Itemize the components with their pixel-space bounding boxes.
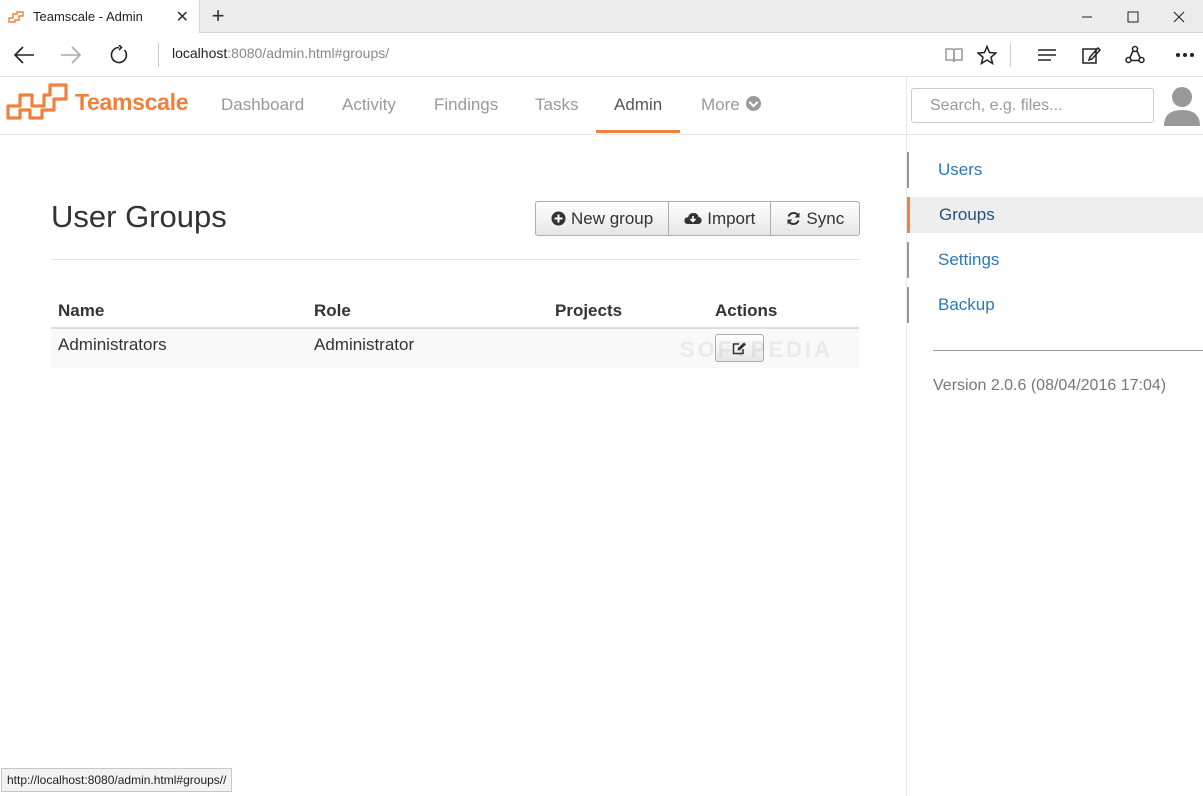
nav-tasks[interactable]: Tasks	[517, 77, 596, 133]
tab-close-icon[interactable]: ✕	[176, 7, 189, 27]
column-header-role[interactable]: Role	[307, 295, 548, 329]
sidebar-item-backup[interactable]: Backup	[907, 287, 1203, 323]
sidebar-item-groups[interactable]: Groups	[907, 197, 1203, 233]
tab-title: Teamscale - Admin	[33, 9, 143, 24]
address-bar: localhost:8080/admin.html#groups/	[0, 33, 1203, 77]
nav-more-label: More	[701, 95, 740, 114]
column-header-actions: Actions	[708, 295, 859, 329]
more-dots-icon[interactable]	[1172, 42, 1198, 68]
maximize-icon[interactable]	[1110, 0, 1156, 33]
url-host: localhost	[172, 45, 228, 61]
app-header: Teamscale Dashboard Activity Findings Ta…	[0, 77, 1203, 135]
back-arrow-icon[interactable]	[9, 41, 39, 69]
title-divider	[51, 259, 859, 260]
new-tab-icon[interactable]: +	[205, 3, 231, 29]
cloud-download-icon	[684, 213, 702, 224]
browser-titlebar: Teamscale - Admin ✕ +	[0, 0, 1203, 33]
nav-admin[interactable]: Admin	[596, 77, 681, 133]
url-path: :8080/admin.html#groups/	[227, 45, 390, 61]
sidebar-item-users[interactable]: Users	[907, 152, 1203, 188]
header-divider	[906, 77, 907, 135]
sidebar-divider	[933, 350, 1203, 351]
plus-circle-icon	[551, 211, 566, 226]
main-content: User Groups New group Import Sync Name R…	[0, 135, 906, 796]
link-status-tooltip: http://localhost:8080/admin.html#groups/…	[1, 768, 233, 792]
table-header-row: Name Role Projects Actions	[51, 295, 859, 329]
import-label: Import	[707, 208, 756, 228]
chevron-down-icon	[746, 96, 762, 111]
column-header-projects[interactable]: Projects	[548, 295, 708, 329]
version-text: Version 2.0.6 (08/04/2016 17:04)	[933, 377, 1167, 394]
new-group-label: New group	[571, 208, 654, 228]
new-group-button[interactable]: New group	[536, 202, 670, 235]
nav-activity[interactable]: Activity	[324, 77, 414, 133]
refresh-icon[interactable]	[104, 41, 134, 69]
nav-dashboard[interactable]: Dashboard	[203, 77, 322, 133]
favorite-star-icon[interactable]	[974, 42, 1000, 68]
group-role-cell: Administrator	[307, 328, 548, 368]
sync-label: Sync	[806, 208, 845, 228]
sync-button[interactable]: Sync	[771, 202, 859, 235]
web-note-icon[interactable]	[1078, 42, 1104, 68]
forward-arrow-icon[interactable]	[56, 41, 86, 69]
close-window-icon[interactable]	[1156, 0, 1202, 33]
user-avatar-icon[interactable]	[1162, 84, 1202, 128]
brand-logo[interactable]: Teamscale	[6, 82, 189, 122]
share-icon[interactable]	[1122, 42, 1148, 68]
refresh-icon	[787, 212, 800, 225]
watermark: SOFTPEDIA	[680, 337, 833, 362]
import-button[interactable]: Import	[669, 202, 772, 235]
group-actions-toolbar: New group Import Sync	[535, 201, 861, 236]
browser-tab[interactable]: Teamscale - Admin ✕	[0, 0, 200, 33]
minimize-icon[interactable]	[1064, 0, 1110, 33]
url-field[interactable]: localhost:8080/admin.html#groups/	[172, 45, 389, 61]
teamscale-logo-icon	[6, 83, 68, 120]
column-header-name[interactable]: Name	[51, 295, 307, 329]
hub-menu-icon[interactable]	[1034, 42, 1060, 68]
admin-sidebar: Users Groups Settings Backup Version 2.0…	[906, 135, 1203, 796]
teamscale-favicon-icon	[8, 10, 24, 23]
search-input[interactable]	[911, 88, 1154, 123]
group-name-cell: Administrators	[51, 328, 307, 368]
url-divider	[158, 43, 159, 67]
toolbar-separator	[1010, 43, 1011, 67]
nav-more[interactable]: More	[683, 77, 779, 133]
reading-view-icon[interactable]	[941, 42, 967, 68]
sidebar-item-settings[interactable]: Settings	[907, 242, 1203, 278]
page-title: User Groups	[51, 199, 227, 234]
brand-name: Teamscale	[75, 88, 189, 115]
nav-findings[interactable]: Findings	[416, 77, 516, 133]
